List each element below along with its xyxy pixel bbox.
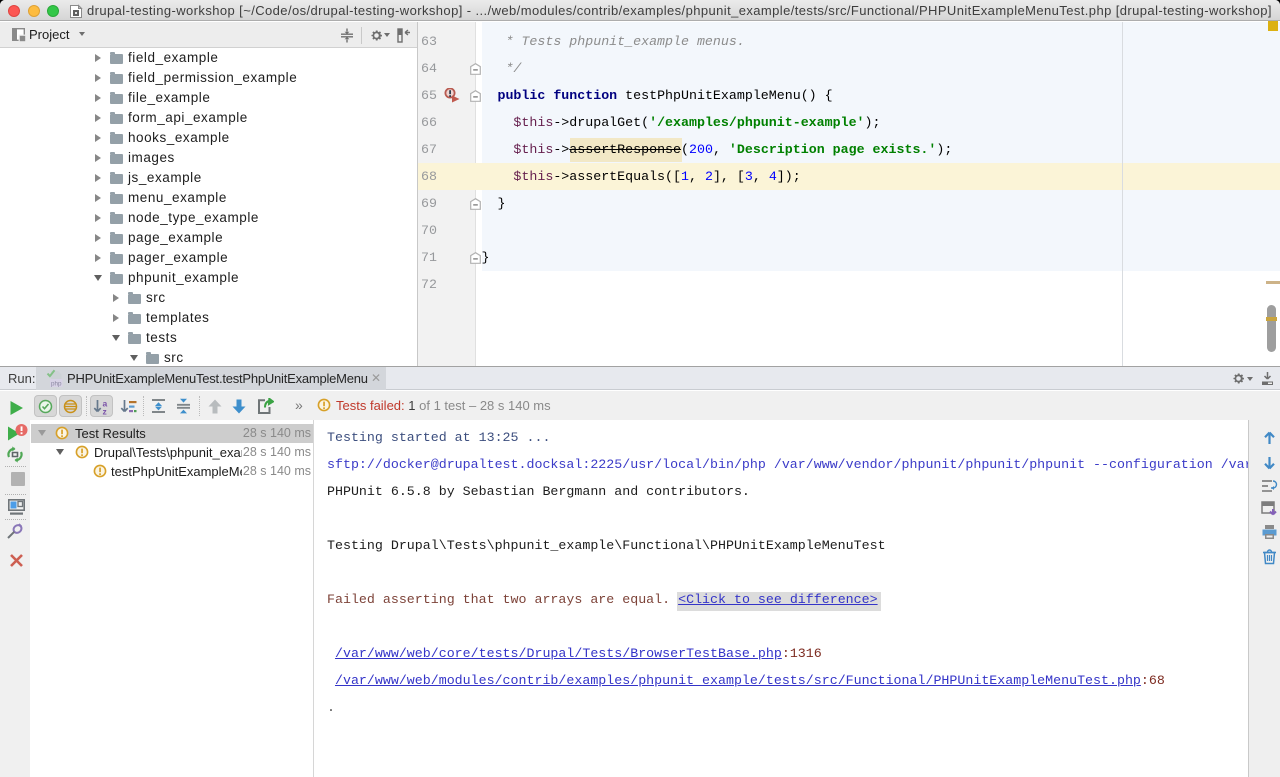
svg-text:z: z xyxy=(103,407,107,416)
svg-text:php: php xyxy=(51,381,62,388)
